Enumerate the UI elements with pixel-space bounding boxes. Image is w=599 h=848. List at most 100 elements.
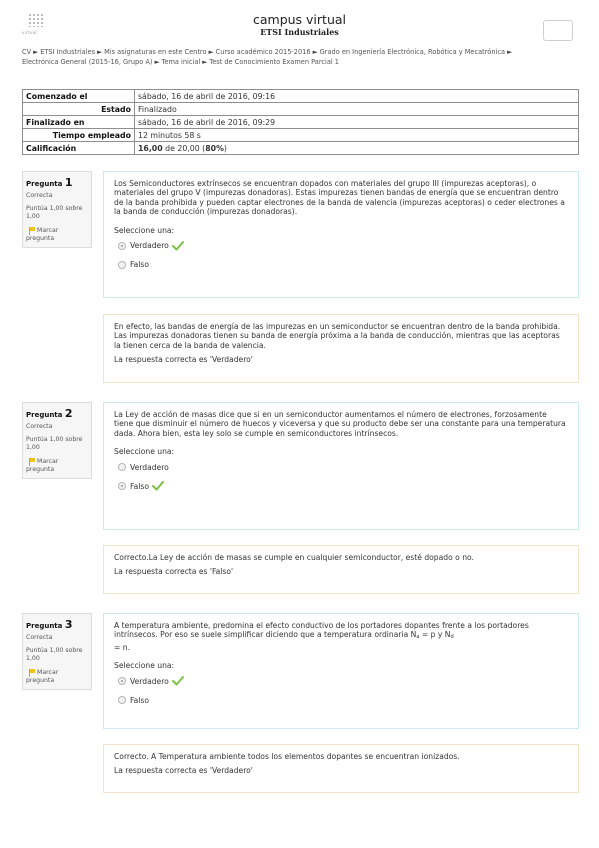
option-label: Verdadero — [130, 462, 169, 472]
breadcrumb-separator-icon: ► — [208, 48, 214, 56]
breadcrumb-item[interactable]: Grado en Ingeniería Electrónica, Robótic… — [320, 48, 505, 56]
summary-row-time: Tiempo empleado 12 minutos 58 s — [22, 128, 579, 142]
answer-prompt: Seleccione una: — [114, 447, 175, 457]
question-grade: Puntúa 1,00 sobre 1,00 — [26, 436, 83, 451]
answer-option-verdadero[interactable]: Verdadero — [114, 676, 568, 686]
question-text-end: = n. — [114, 642, 131, 652]
grade-of: de 20,00 ( — [165, 143, 206, 153]
option-label: Falso — [130, 695, 150, 705]
right-answer: La respuesta correcta es 'Verdadero' — [114, 766, 253, 776]
question-label: Pregunta — [26, 411, 63, 419]
radio-button[interactable] — [118, 677, 126, 686]
question-info-1: Pregunta 1 Correcta Puntúa 1,00 sobre 1,… — [22, 171, 92, 248]
question-state: Correcta — [26, 423, 53, 430]
answer-option-verdadero[interactable]: Verdadero — [114, 462, 568, 472]
question-text: La Ley de acción de masas dice que si en… — [114, 410, 566, 438]
breadcrumb-item[interactable]: Tema inicial — [162, 58, 201, 66]
time-value: 12 minutos 58 s — [134, 128, 579, 142]
started-label: Comenzado el — [22, 89, 135, 103]
answer-option-falso[interactable]: Falso — [114, 481, 568, 491]
question-box-1: Los Semiconductores extrínsecos se encue… — [103, 171, 579, 298]
user-menu-box[interactable] — [543, 20, 573, 41]
attempt-summary-table: Comenzado el sábado, 16 de abril de 2016… — [22, 89, 579, 155]
question-label: Pregunta — [26, 180, 63, 188]
grade-percent: 80% — [205, 143, 224, 153]
feedback-text: Correcto. A Temperatura ambiente todos l… — [114, 752, 460, 761]
flag-question-button[interactable]: Marcar pregunta — [26, 669, 88, 685]
radio-button[interactable] — [118, 260, 126, 269]
answer-option-falso[interactable]: Falso — [114, 695, 568, 705]
page-header: virtual campus virtual ETSI Industriales — [0, 0, 599, 44]
question-label: Pregunta — [26, 622, 63, 630]
site-subtitle: ETSI Industriales — [260, 27, 339, 37]
breadcrumb-item[interactable]: ETSI Industriales — [40, 48, 95, 56]
breadcrumb-item[interactable]: Mis asignaturas en este Centro — [104, 48, 206, 56]
radio-button[interactable] — [118, 696, 126, 705]
breadcrumb-item[interactable]: Curso académico 2015-2016 — [216, 48, 311, 56]
flag-icon — [28, 669, 35, 677]
breadcrumb-separator-icon: ► — [507, 48, 513, 56]
flag-icon — [28, 458, 35, 466]
feedback-box-1: En efecto, las bandas de energía de las … — [103, 314, 579, 383]
answer-prompt: Seleccione una: — [114, 225, 175, 235]
finished-value: sábado, 16 de abril de 2016, 09:29 — [134, 115, 579, 129]
breadcrumb: CV ► ETSI Industriales ► Mis asignaturas en … — [22, 47, 578, 67]
breadcrumb-separator-icon: ► — [33, 48, 39, 56]
question-number: Pregunta 3 — [26, 618, 88, 631]
radio-button[interactable] — [118, 482, 126, 491]
state-value: Finalizado — [134, 102, 579, 116]
radio-button[interactable] — [118, 463, 126, 472]
breadcrumb-item[interactable]: CV — [22, 48, 31, 56]
summary-row-finished: Finalizado en sábado, 16 de abril de 201… — [22, 115, 579, 129]
feedback-box-3: Correcto. A Temperatura ambiente todos l… — [103, 744, 579, 793]
option-label: Verdadero — [130, 241, 169, 251]
question-number-value: 1 — [64, 176, 73, 189]
started-value: sábado, 16 de abril de 2016, 09:16 — [134, 89, 579, 103]
site-title: campus virtual — [252, 12, 347, 27]
question-number-value: 2 — [64, 407, 73, 420]
grade-score: 16,00 — [138, 143, 163, 153]
flag-question-button[interactable]: Marcar pregunta — [26, 458, 88, 474]
question-grade: Puntúa 1,00 sobre 1,00 — [26, 647, 83, 662]
question-number: Pregunta 1 — [26, 176, 88, 189]
subscript-d: d — [450, 634, 454, 641]
answer-option-verdadero[interactable]: Verdadero — [114, 240, 568, 251]
question-text-mid: = p y N — [419, 630, 451, 640]
summary-row-started: Comenzado el sábado, 16 de abril de 2016… — [22, 89, 579, 103]
breadcrumb-item[interactable]: Electrónica General (2015-16, Grupo A) — [22, 58, 152, 66]
answer-prompt: Seleccione una: — [114, 661, 175, 671]
question-state: Correcta — [26, 192, 53, 199]
answer-option-falso[interactable]: Falso — [114, 260, 568, 270]
question-number: Pregunta 2 — [26, 407, 88, 420]
breadcrumb-separator-icon: ► — [312, 48, 318, 56]
grade-close: ) — [223, 143, 227, 153]
flag-icon — [28, 227, 35, 235]
option-label: Falso — [130, 481, 150, 491]
breadcrumb-separator-icon: ► — [97, 48, 103, 56]
correct-check-icon — [152, 481, 165, 491]
right-answer: La respuesta correcta es 'Falso' — [114, 567, 234, 577]
question-box-3: A temperatura ambiente, predomina el efe… — [103, 613, 579, 729]
grade-label: Calificación — [22, 141, 135, 155]
question-text: A temperatura ambiente, predomina el efe… — [114, 621, 568, 652]
feedback-text: Correcto.La Ley de acción de masas se cu… — [114, 553, 474, 562]
radio-button[interactable] — [118, 241, 126, 250]
correct-check-icon — [171, 240, 184, 251]
breadcrumb-item-current: Test de Conocimiento Examen Parcial 1 — [209, 58, 340, 66]
question-info-2: Pregunta 2 Correcta Puntúa 1,00 sobre 1,… — [22, 402, 92, 479]
feedback-text: En efecto, las bandas de energía de las … — [114, 322, 561, 350]
correct-check-icon — [171, 676, 184, 686]
breadcrumb-separator-icon: ► — [154, 58, 160, 66]
flag-question-button[interactable]: Marcar pregunta — [26, 227, 88, 243]
question-box-2: La Ley de acción de masas dice que si en… — [103, 402, 579, 530]
option-label: Verdadero — [130, 676, 169, 686]
question-grade: Puntúa 1,00 sobre 1,00 — [26, 205, 83, 220]
option-label: Falso — [130, 260, 150, 270]
right-answer: La respuesta correcta es 'Verdadero' — [114, 355, 253, 365]
state-label: Estado — [22, 102, 135, 116]
summary-row-state: Estado Finalizado — [22, 102, 579, 116]
finished-label: Finalizado en — [22, 115, 135, 129]
grade-value: 16,00 de 20,00 (80%) — [134, 141, 579, 155]
question-text-main: A temperatura ambiente, predomina el efe… — [114, 621, 529, 640]
question-state: Correcta — [26, 634, 53, 641]
